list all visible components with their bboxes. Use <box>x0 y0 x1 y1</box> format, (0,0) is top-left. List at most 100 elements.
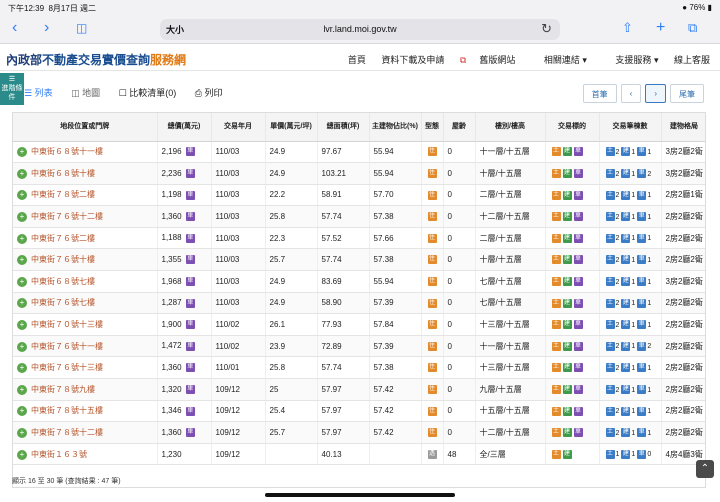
add-compare-icon[interactable]: + <box>17 319 27 330</box>
add-compare-icon[interactable]: + <box>17 363 27 374</box>
tabs-sidebar-icon[interactable]: ◫ <box>76 19 87 37</box>
address-cell[interactable]: + 中東街７６號十三樓 <box>13 356 158 380</box>
address-cell[interactable]: + 中東街７０號十三樓 <box>13 313 158 336</box>
unit-price-cell: 25.8 <box>265 356 318 380</box>
table-row[interactable]: + 中東街６８號十樓 2,236 車 110/03 24.9 103.21 55.94 住 0 十… <box>13 162 705 185</box>
col-age[interactable]: 屋齡 <box>443 113 476 142</box>
add-compare-icon[interactable]: + <box>17 384 27 395</box>
address-cell[interactable]: + 中東街６８號十樓 <box>13 162 158 185</box>
site-logo[interactable]: 內政部不動產交易實價查詢服務網 <box>6 51 186 68</box>
first-page-button[interactable]: 首筆 <box>582 84 617 103</box>
advanced-filter-tab[interactable]: ☰ 進階條件 <box>0 73 24 105</box>
add-compare-icon[interactable]: + <box>17 406 27 417</box>
address-cell[interactable]: + 中東街７８號二樓 <box>13 184 158 207</box>
layout-cell: 2房2廳2衛 <box>661 335 705 358</box>
col-floor[interactable]: 樓別/樓高 <box>475 113 546 142</box>
type-badge: 住 <box>427 385 437 395</box>
area-cell: 40.13 <box>317 443 370 466</box>
nav-support[interactable]: 支援服務 ▾ <box>602 55 658 65</box>
col-type[interactable]: 型態 <box>421 113 444 142</box>
type-cell: 住 <box>421 356 444 380</box>
list-view-tab[interactable]: ☰ 列表 <box>24 88 61 98</box>
col-trade-date[interactable]: 交易年月 <box>211 113 266 142</box>
add-compare-icon[interactable]: + <box>17 341 27 352</box>
add-compare-icon[interactable]: + <box>17 427 27 438</box>
nav-home[interactable]: 首頁 <box>348 55 366 65</box>
address-cell[interactable]: + 中東街７６號十樓 <box>13 248 158 272</box>
table-row[interactable]: + 中東街７６號十一樓 1,472 車 110/02 23.9 72.89 57.39 住 0 十… <box>13 335 705 358</box>
col-total-area[interactable]: 總面積(坪) <box>317 113 370 142</box>
col-main-ratio[interactable]: 主建物佔比(%) <box>369 113 422 142</box>
reload-icon[interactable]: ↻ <box>541 21 552 37</box>
add-compare-icon[interactable]: + <box>17 211 27 222</box>
add-compare-icon[interactable]: + <box>17 449 27 460</box>
next-page-button[interactable]: › <box>645 84 666 103</box>
new-tab-icon[interactable]: + <box>656 19 665 37</box>
last-page-button[interactable]: 尾筆 <box>670 84 704 103</box>
address-cell[interactable]: + 中東街７６號七樓 <box>13 292 158 315</box>
add-compare-icon[interactable]: + <box>17 255 27 266</box>
map-view-tab[interactable]: ◫ 地圖 <box>71 88 108 98</box>
table-row[interactable]: + 中東街７８號十二樓 1,360 車 109/12 25.7 57.97 57.42 住 0 十… <box>13 421 705 444</box>
add-compare-icon[interactable]: + <box>17 233 27 244</box>
table-row[interactable]: + 中東街７０號十三樓 1,900 車 110/02 26.1 77.93 57.84 住 0 十… <box>13 313 705 336</box>
table-row[interactable]: + 中東街６８號十一樓 2,196 車 110/03 24.9 97.67 55.94 住 0 十… <box>13 141 705 164</box>
table-row[interactable]: + 中東街１６３號 1,230 109/12 40.13 透 48 全/三層土建土 1 建 1 車 0… <box>13 443 705 466</box>
land-badge: 土 <box>551 212 561 222</box>
land-badge: 土 <box>551 320 561 330</box>
nav-links[interactable]: 相關連結 ▾ <box>531 55 587 65</box>
add-compare-icon[interactable]: + <box>17 276 27 287</box>
add-compare-icon[interactable]: + <box>17 190 27 201</box>
add-compare-icon[interactable]: + <box>17 168 27 179</box>
url-text[interactable]: lvr.land.moi.gov.tw <box>160 24 560 34</box>
col-unit-price[interactable]: 單價(萬元/坪) <box>265 113 318 142</box>
address-cell[interactable]: + 中東街７６號十二樓 <box>13 205 158 228</box>
target-cell: 土建車 <box>545 227 600 250</box>
address-bar[interactable]: 大小 lvr.land.moi.gov.tw ↻ <box>160 19 560 40</box>
target-cell: 土建車 <box>545 335 600 358</box>
nav-old-site[interactable]: ⧉ 舊版網站 <box>460 55 515 65</box>
tab-overview-icon[interactable]: ⧉ <box>688 19 697 37</box>
address-cell[interactable]: + 中東街７８號九樓 <box>13 378 158 401</box>
table-row[interactable]: + 中東街７６號十樓 1,355 車 110/03 25.7 57.74 57.38 住 0 十層… <box>13 248 705 272</box>
table-row[interactable]: + 中東街７６號七樓 1,287 車 110/03 24.9 58.90 57.39 住 0 七層… <box>13 292 705 315</box>
land-count-badge: 土 <box>605 190 615 200</box>
table-row[interactable]: + 中東街６８號七樓 1,968 車 110/03 24.9 83.69 55.94 住 0 七層… <box>13 270 705 293</box>
table-row[interactable]: + 中東街７８號九樓 1,320 車 109/12 25 57.97 57.42 住 0 九層/十… <box>13 378 705 401</box>
back-icon[interactable]: ‹ <box>12 19 17 37</box>
home-indicator <box>265 493 455 497</box>
type-badge: 住 <box>427 428 437 438</box>
land-badge: 土 <box>551 341 561 351</box>
print-button[interactable]: ⎙ 列印 <box>195 88 231 98</box>
age-cell: 0 <box>443 184 476 207</box>
table-row[interactable]: + 中東街７８號十五樓 1,346 車 109/12 25.4 57.97 57.42 住 0 十… <box>13 400 705 423</box>
address-cell[interactable]: + 中東街７６號二樓 <box>13 227 158 250</box>
add-compare-icon[interactable]: + <box>17 298 27 309</box>
address-cell[interactable]: + 中東街７８號十二樓 <box>13 421 158 444</box>
share-icon[interactable]: ⇧ <box>622 19 633 37</box>
col-total-price[interactable]: 總價(萬元) <box>157 113 212 142</box>
table-row[interactable]: + 中東街７８號二樓 1,198 車 110/03 22.2 58.91 57.70 住 0 二層… <box>13 184 705 207</box>
type-badge: 住 <box>427 212 437 222</box>
nav-online-service[interactable]: 線上客服 <box>674 55 710 65</box>
land-count-badge: 土 <box>605 298 615 308</box>
nav-download[interactable]: 資料下載及申請 <box>381 55 444 65</box>
table-row[interactable]: + 中東街７６號十三樓 1,360 車 110/01 25.8 57.74 57.38 住 0 十… <box>13 356 705 380</box>
address-cell[interactable]: + 中東街６８號七樓 <box>13 270 158 293</box>
address-cell[interactable]: + 中東街６８號十一樓 <box>13 141 158 164</box>
table-row[interactable]: + 中東街７６號十二樓 1,360 車 110/03 25.8 57.74 57.38 住 0 十… <box>13 205 705 228</box>
address-cell[interactable]: + 中東街１６３號 <box>13 443 158 466</box>
col-target[interactable]: 交易標的 <box>545 113 600 142</box>
scroll-top-button[interactable]: ⌃ <box>696 460 714 478</box>
col-layout[interactable]: 建物格局 <box>661 113 705 142</box>
col-address[interactable]: 地段位置或門牌 <box>13 113 158 142</box>
col-count[interactable]: 交易筆棟數 <box>599 113 662 142</box>
address-cell[interactable]: + 中東街７８號十五樓 <box>13 400 158 423</box>
address-cell[interactable]: + 中東街７６號十一樓 <box>13 335 158 358</box>
forward-icon[interactable]: › <box>44 19 49 37</box>
table-row[interactable]: + 中東街７６號二樓 1,188 車 110/03 22.3 57.52 57.66 住 0 二層… <box>13 227 705 250</box>
add-compare-icon[interactable]: + <box>17 147 27 158</box>
compare-list-button[interactable]: ☐ 比較清單(0) <box>119 88 185 98</box>
prev-page-button[interactable]: ‹ <box>620 84 642 103</box>
site-header: 內政部不動產交易實價查詢服務網 首頁 資料下載及申請 ⧉ 舊版網站 相關連結 ▾ … <box>0 45 720 71</box>
